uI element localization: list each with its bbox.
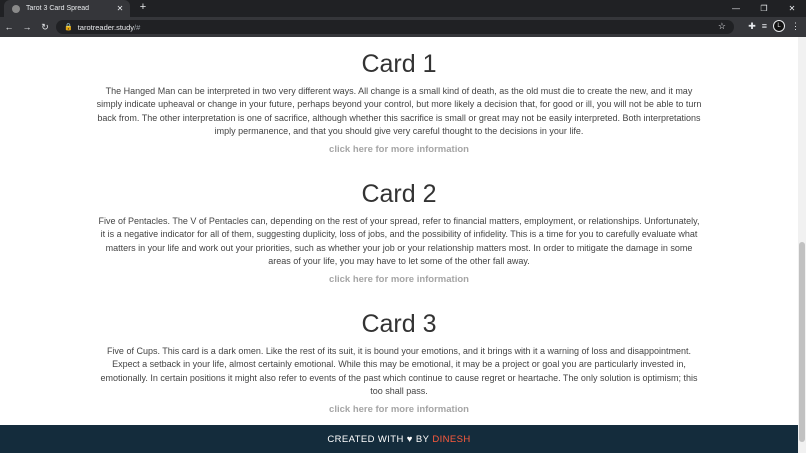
new-tab-icon[interactable]: + bbox=[136, 1, 150, 13]
scrollbar[interactable] bbox=[798, 37, 806, 453]
menu-icon[interactable]: ⋮ bbox=[791, 21, 800, 32]
card-title: Card 2 bbox=[361, 180, 437, 208]
footer: CREATED WITH ♥ BY DINESH bbox=[0, 425, 798, 453]
window-controls: — ❐ ✕ bbox=[722, 0, 806, 17]
back-icon[interactable]: ← bbox=[0, 22, 18, 32]
card-section-2: Card 2 Five of Pentacles. The V of Penta… bbox=[96, 179, 702, 285]
close-window-icon[interactable]: ✕ bbox=[778, 0, 806, 17]
tab-title: Tarot 3 Card Spread bbox=[26, 5, 90, 12]
lock-icon[interactable]: 🔒 bbox=[64, 23, 73, 31]
card-section-3: Card 3 Five of Cups. This card is a dark… bbox=[96, 309, 702, 415]
more-info-link[interactable]: click here for more information bbox=[96, 144, 702, 155]
favicon-icon bbox=[12, 4, 20, 13]
forward-icon[interactable]: → bbox=[18, 22, 36, 32]
browser-toolbar: ← → ↻ 🔒 tarotreader.study/# ☆ ✚ ≡ L ⋮ bbox=[0, 17, 806, 37]
more-info-link[interactable]: click here for more information bbox=[96, 274, 702, 285]
scrollbar-thumb[interactable] bbox=[799, 242, 805, 442]
minimize-icon[interactable]: — bbox=[722, 0, 750, 17]
page-viewport: Card 1 The Hanged Man can be interpreted… bbox=[0, 37, 798, 453]
card-description: Five of Cups. This card is a dark omen. … bbox=[100, 346, 698, 396]
toolbar-actions: ✚ ≡ L ⋮ bbox=[748, 20, 800, 32]
browser-tab-strip: Tarot 3 Card Spread ✕ + — ❐ ✕ bbox=[0, 0, 806, 17]
url-text: tarotreader.study/# bbox=[77, 22, 141, 32]
browser-tab[interactable]: Tarot 3 Card Spread ✕ bbox=[4, 0, 130, 17]
card-title: Card 3 bbox=[361, 310, 437, 338]
extensions-icon[interactable]: ✚ bbox=[748, 21, 756, 32]
bookmark-star-icon[interactable]: ☆ bbox=[718, 21, 726, 32]
author-link[interactable]: DINESH bbox=[432, 434, 470, 445]
avatar[interactable]: L bbox=[773, 20, 785, 32]
close-tab-icon[interactable]: ✕ bbox=[114, 4, 126, 13]
footer-by: BY bbox=[415, 433, 430, 445]
address-bar[interactable]: 🔒 tarotreader.study/# ☆ bbox=[56, 20, 734, 34]
footer-prefix: CREATED WITH bbox=[327, 433, 404, 445]
heart-icon: ♥ bbox=[406, 433, 413, 445]
restore-icon[interactable]: ❐ bbox=[750, 0, 778, 17]
card-title: Card 1 bbox=[361, 50, 437, 78]
card-description: Five of Pentacles. The V of Pentacles ca… bbox=[98, 216, 700, 266]
reload-icon[interactable]: ↻ bbox=[36, 22, 54, 33]
card-description: The Hanged Man can be interpreted in two… bbox=[96, 86, 702, 136]
card-section-1: Card 1 The Hanged Man can be interpreted… bbox=[96, 49, 702, 155]
more-info-link[interactable]: click here for more information bbox=[96, 404, 702, 415]
reading-list-icon[interactable]: ≡ bbox=[762, 21, 767, 31]
